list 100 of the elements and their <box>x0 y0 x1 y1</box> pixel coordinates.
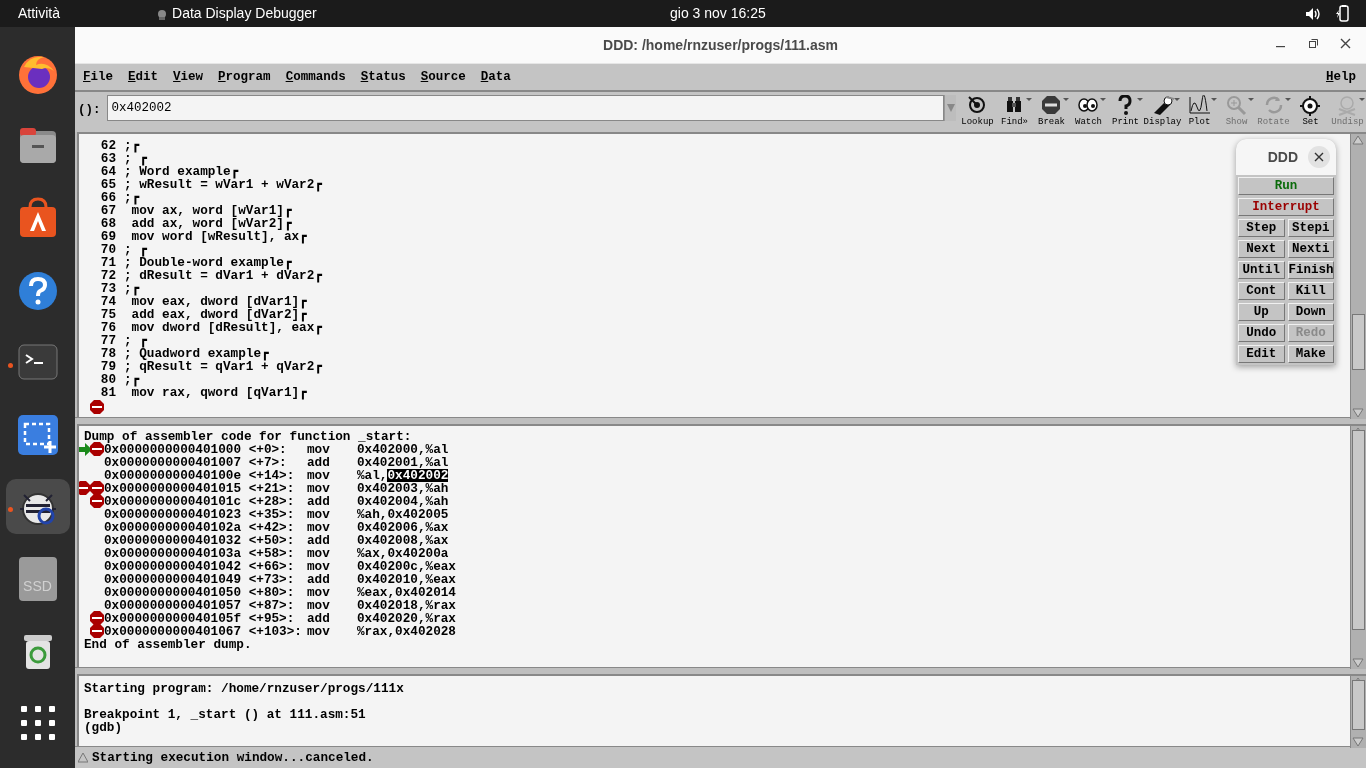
battery-icon[interactable] <box>1336 5 1349 22</box>
line-number: 68 <box>99 217 116 230</box>
code-line: ; Double-word example┏ <box>124 256 292 269</box>
toolbar-button[interactable]: Find» <box>996 95 1033 129</box>
app-name[interactable]: Data Display Debugger <box>172 3 317 24</box>
menu-item[interactable]: Data <box>480 67 511 87</box>
caret-icon <box>946 104 955 112</box>
address: 0x0000000000401023 <+35>: <box>104 508 296 521</box>
command-button[interactable]: Next <box>1238 240 1285 258</box>
toolbar-button[interactable]: Plot <box>1181 95 1218 129</box>
address: 0x0000000000401042 <+66>: <box>104 560 296 573</box>
toolbar-button[interactable]: Set <box>1292 95 1329 129</box>
maximize-icon[interactable] <box>1307 37 1319 50</box>
breakpoint-icon[interactable] <box>90 624 104 638</box>
command-button[interactable]: Nexti <box>1287 240 1334 258</box>
scroll-down-icon[interactable] <box>1352 408 1364 418</box>
scrollbar[interactable] <box>1350 426 1366 669</box>
breakpoint-icon[interactable] <box>90 400 104 414</box>
activities-button[interactable]: Attività <box>18 3 60 24</box>
menu-item[interactable]: Commands <box>285 67 346 87</box>
operand: 0x402003,%ah <box>357 482 449 495</box>
opcode: mov <box>307 586 331 599</box>
code-line: ; wResult = wVar1 + wVar2┏ <box>124 178 322 191</box>
magnifier-icon <box>1225 95 1248 117</box>
scrollbar-thumb[interactable] <box>1352 680 1365 730</box>
line-number: 70 <box>99 243 116 256</box>
command-button[interactable]: Step <box>1238 219 1285 237</box>
operand: 0x402010,%eax <box>357 573 456 586</box>
command-button[interactable]: Up <box>1238 303 1285 321</box>
menu-item[interactable]: Help <box>1325 67 1356 87</box>
opcode: mov <box>307 560 331 573</box>
toolbar-button[interactable]: Display <box>1144 95 1181 129</box>
scroll-up-icon[interactable] <box>1352 135 1364 145</box>
command-button[interactable]: Down <box>1287 303 1334 321</box>
close-button[interactable] <box>1308 146 1330 168</box>
breakpoint-icon[interactable] <box>90 442 104 456</box>
address: 0x0000000000401057 <+87>: <box>104 599 296 612</box>
command-button[interactable]: Finish <box>1287 261 1334 279</box>
menu-item[interactable]: Status <box>360 67 406 87</box>
scrollbar-thumb[interactable] <box>1352 430 1365 630</box>
code-line: ; ┏ <box>124 243 147 256</box>
toolbar-button[interactable]: Watch <box>1070 95 1107 129</box>
code-line: ;┏ <box>124 191 140 204</box>
menu-item[interactable]: Source <box>420 67 466 87</box>
opcode: add <box>307 495 331 508</box>
graph-icon <box>1188 95 1211 117</box>
scroll-down-icon[interactable] <box>1352 658 1364 668</box>
scrollbar[interactable] <box>1350 134 1366 419</box>
scrollbar-thumb[interactable] <box>1352 314 1365 370</box>
operand: 0x402000,%al <box>357 443 449 456</box>
breakpoint-icon[interactable] <box>79 481 90 495</box>
breakpoint-icon[interactable] <box>90 494 104 508</box>
operand: 0x402008,%ax <box>357 534 449 547</box>
command-button[interactable]: Kill <box>1287 282 1334 300</box>
panel-title: DDD <box>1267 147 1298 167</box>
line-number: 65 <box>99 178 116 191</box>
line-number: 63 <box>99 152 116 165</box>
line-number: 64 <box>99 165 116 178</box>
line-number: 74 <box>99 295 116 308</box>
line-number: 67 <box>99 204 116 217</box>
scrollbar[interactable] <box>1350 676 1366 748</box>
menu-item[interactable]: File <box>83 67 114 87</box>
address: 0x000000000040105f <+95>: <box>104 612 296 625</box>
close-icon[interactable] <box>1339 37 1352 50</box>
breakpoint-icon[interactable] <box>90 481 104 495</box>
command-button[interactable]: Stepi <box>1287 219 1334 237</box>
line-number: 66 <box>99 191 116 204</box>
toolbar-button[interactable]: Break <box>1033 95 1070 129</box>
code-line: add ax, word [wVar2]┏ <box>130 217 292 230</box>
argument-field[interactable]: 0x402002 <box>106 95 944 121</box>
code-line: ; Quadword example┏ <box>124 347 269 360</box>
code-line: ; Word example┏ <box>124 165 239 178</box>
opcode: mov <box>307 508 331 521</box>
command-button[interactable]: Make <box>1287 345 1334 363</box>
selection-icon <box>15 412 60 457</box>
address: 0x0000000000401032 <+50>: <box>104 534 296 547</box>
opcode: mov <box>307 469 331 482</box>
command-button[interactable]: Undo <box>1238 324 1285 342</box>
command-button[interactable]: Interrupt <box>1238 198 1334 216</box>
operand: 0x402006,%ax <box>357 521 449 534</box>
opcode: add <box>307 456 331 469</box>
dock-item[interactable] <box>5 479 70 534</box>
line-number: 78 <box>99 347 116 360</box>
command-button[interactable]: Until <box>1238 261 1285 279</box>
line-number: 77 <box>99 334 116 347</box>
command-button[interactable]: Run <box>1238 177 1334 195</box>
opcode: mov <box>307 599 331 612</box>
opcode: mov <box>307 547 331 560</box>
opcode: add <box>307 573 331 586</box>
menu-item[interactable]: View <box>173 67 204 87</box>
toolbar-button[interactable]: Print <box>1107 95 1144 129</box>
toolbar-button[interactable]: Lookup <box>959 95 996 129</box>
line-number: 76 <box>99 321 116 334</box>
menu-item[interactable]: Program <box>218 67 271 87</box>
volume-icon[interactable] <box>1305 6 1320 21</box>
breakpoint-icon[interactable] <box>90 611 104 625</box>
command-button[interactable]: Cont <box>1238 282 1285 300</box>
clock[interactable]: gio 3 nov 16:25 <box>670 3 766 24</box>
command-button[interactable]: Edit <box>1238 345 1285 363</box>
menu-item[interactable]: Edit <box>128 67 159 87</box>
